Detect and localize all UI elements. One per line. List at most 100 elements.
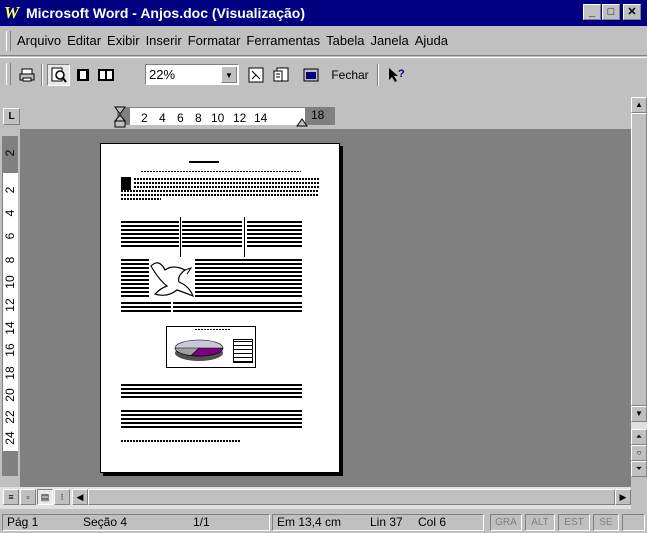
ruler-tick: 18 xyxy=(311,108,325,122)
ruler-tick: 8 xyxy=(3,256,17,264)
greeked-text-block xyxy=(195,259,302,297)
menu-arquivo[interactable]: Arquivo xyxy=(14,33,64,48)
greeked-text-line xyxy=(134,182,319,184)
status-bar: Pág 1 Seção 4 1/1 Em 13,4 cm Lin 37 Col … xyxy=(0,511,647,533)
menu-janela[interactable]: Janela xyxy=(367,33,411,48)
close-preview-button[interactable]: Fechar xyxy=(327,64,373,86)
greeked-text-line xyxy=(134,178,319,180)
full-screen-button[interactable] xyxy=(300,64,322,86)
greeked-text-line xyxy=(121,190,319,192)
page-layout-button[interactable]: ▤ xyxy=(37,489,53,505)
svg-text:?: ? xyxy=(398,68,405,80)
ruler-tick: 4 xyxy=(3,209,17,217)
online-layout-icon: ▫ xyxy=(26,492,30,502)
double-arrow-up-icon: ⏶ xyxy=(635,432,643,441)
menu-editar[interactable]: Editar xyxy=(64,33,104,48)
ruler-tick: 18 xyxy=(3,366,17,380)
status-track-changes[interactable]: ALT xyxy=(525,514,555,531)
normal-view-icon: ≡ xyxy=(8,492,14,502)
one-page-icon xyxy=(77,69,89,81)
shrink-to-fit-icon xyxy=(273,67,289,82)
indent-marker-icon[interactable] xyxy=(114,106,126,128)
greeked-title xyxy=(189,161,219,163)
close-button[interactable]: ✕ xyxy=(623,4,641,20)
horizontal-scroll-thumb[interactable] xyxy=(88,489,615,505)
close-icon: ✕ xyxy=(627,6,637,18)
ruler-tick: 6 xyxy=(3,232,17,240)
greeked-column xyxy=(182,219,242,247)
menu-ferramentas[interactable]: Ferramentas xyxy=(243,33,323,48)
drop-cap xyxy=(121,177,131,191)
vertical-ruler[interactable]: 2 2 4 6 8 10 12 14 16 18 20 22 24 xyxy=(0,129,20,487)
ruler-tick: 24 xyxy=(3,431,17,445)
ruler-tick: 2 xyxy=(141,111,148,125)
double-arrow-down-icon: ⏷ xyxy=(635,464,643,473)
ruler-tick: 8 xyxy=(195,111,202,125)
scroll-down-button[interactable]: ▼ xyxy=(631,406,647,422)
right-indent-marker-icon[interactable] xyxy=(296,118,308,127)
normal-view-button[interactable]: ≡ xyxy=(3,489,19,505)
scroll-up-button[interactable]: ▲ xyxy=(631,97,647,113)
status-position[interactable]: Em 13,4 cm Lin 37 Col 6 xyxy=(272,514,484,531)
ruler-tick: 6 xyxy=(177,111,184,125)
page-preview[interactable] xyxy=(100,143,340,473)
greeked-column xyxy=(247,219,302,247)
scroll-thumb[interactable] xyxy=(631,113,647,406)
dove-clipart-icon xyxy=(150,262,195,298)
menu-formatar[interactable]: Formatar xyxy=(185,33,244,48)
context-help-button[interactable]: ? xyxy=(384,64,408,86)
print-button[interactable] xyxy=(16,64,38,86)
menu-exibir[interactable]: Exibir xyxy=(104,33,143,48)
tab-stop-selector[interactable]: L xyxy=(3,108,20,125)
greeked-text-block xyxy=(121,302,171,312)
one-page-button[interactable] xyxy=(72,64,94,86)
ruler-icon xyxy=(248,67,264,83)
status-overtype[interactable]: SE xyxy=(593,514,619,531)
word-app-icon[interactable]: W xyxy=(4,4,22,22)
minimize-button[interactable]: _ xyxy=(583,4,601,20)
ruler-right-margin: 18 xyxy=(305,107,335,125)
chart-legend xyxy=(233,339,253,363)
greeked-text-block xyxy=(121,410,302,428)
status-page-section[interactable]: Pág 1 Seção 4 1/1 xyxy=(2,514,270,531)
scroll-right-button[interactable]: ▶ xyxy=(615,489,631,505)
greeked-chart-title xyxy=(195,329,230,330)
previous-page-button[interactable]: ⏶ xyxy=(631,429,647,445)
outline-view-button[interactable]: ⁝ xyxy=(54,489,70,505)
maximize-button[interactable]: □ xyxy=(602,4,620,20)
shrink-to-fit-button[interactable] xyxy=(270,64,292,86)
next-page-button[interactable]: ⏷ xyxy=(631,461,647,477)
status-position-cm: Em 13,4 cm xyxy=(277,515,342,529)
ruler-tick: 12 xyxy=(233,111,247,125)
select-browse-object-button[interactable]: ○ xyxy=(631,445,647,461)
menu-tabela[interactable]: Tabela xyxy=(323,33,367,48)
arrow-up-icon: ▲ xyxy=(635,100,643,109)
toolbar-separator xyxy=(41,64,43,86)
status-spelling[interactable] xyxy=(622,514,645,531)
magnifier-button[interactable] xyxy=(47,64,70,86)
zoom-combobox[interactable]: 22% ▼ xyxy=(145,64,239,85)
menu-ajuda[interactable]: Ajuda xyxy=(412,33,451,48)
page-layout-icon: ▤ xyxy=(40,492,50,502)
printer-icon xyxy=(19,68,35,82)
ruler-tick: 4 xyxy=(159,111,166,125)
left-tab-icon: L xyxy=(8,111,15,122)
menu-inserir[interactable]: Inserir xyxy=(143,33,185,48)
view-ruler-button[interactable] xyxy=(245,64,267,86)
chevron-down-icon[interactable]: ▼ xyxy=(221,66,237,83)
scrollbar-corner xyxy=(631,477,647,509)
status-extend[interactable]: EST xyxy=(558,514,590,531)
online-layout-button[interactable]: ▫ xyxy=(20,489,36,505)
embedded-chart[interactable] xyxy=(166,326,256,368)
status-macro-record[interactable]: GRA xyxy=(490,514,522,531)
greeked-text-line xyxy=(134,186,319,188)
ruler-tick: 10 xyxy=(211,111,225,125)
ruler-tick: 14 xyxy=(3,321,17,335)
multiple-pages-button[interactable] xyxy=(95,64,117,86)
ruler-tick: 2 xyxy=(3,149,17,157)
scroll-left-button[interactable]: ◀ xyxy=(72,489,88,505)
browse-object-icon: ○ xyxy=(636,448,642,457)
title-bar: W Microsoft Word - Anjos.doc (Visualizaç… xyxy=(0,0,647,26)
greeked-text-block xyxy=(121,384,302,398)
vertical-scrollbar[interactable]: ▲ ▼ ⏶ ○ ⏷ xyxy=(631,97,647,509)
